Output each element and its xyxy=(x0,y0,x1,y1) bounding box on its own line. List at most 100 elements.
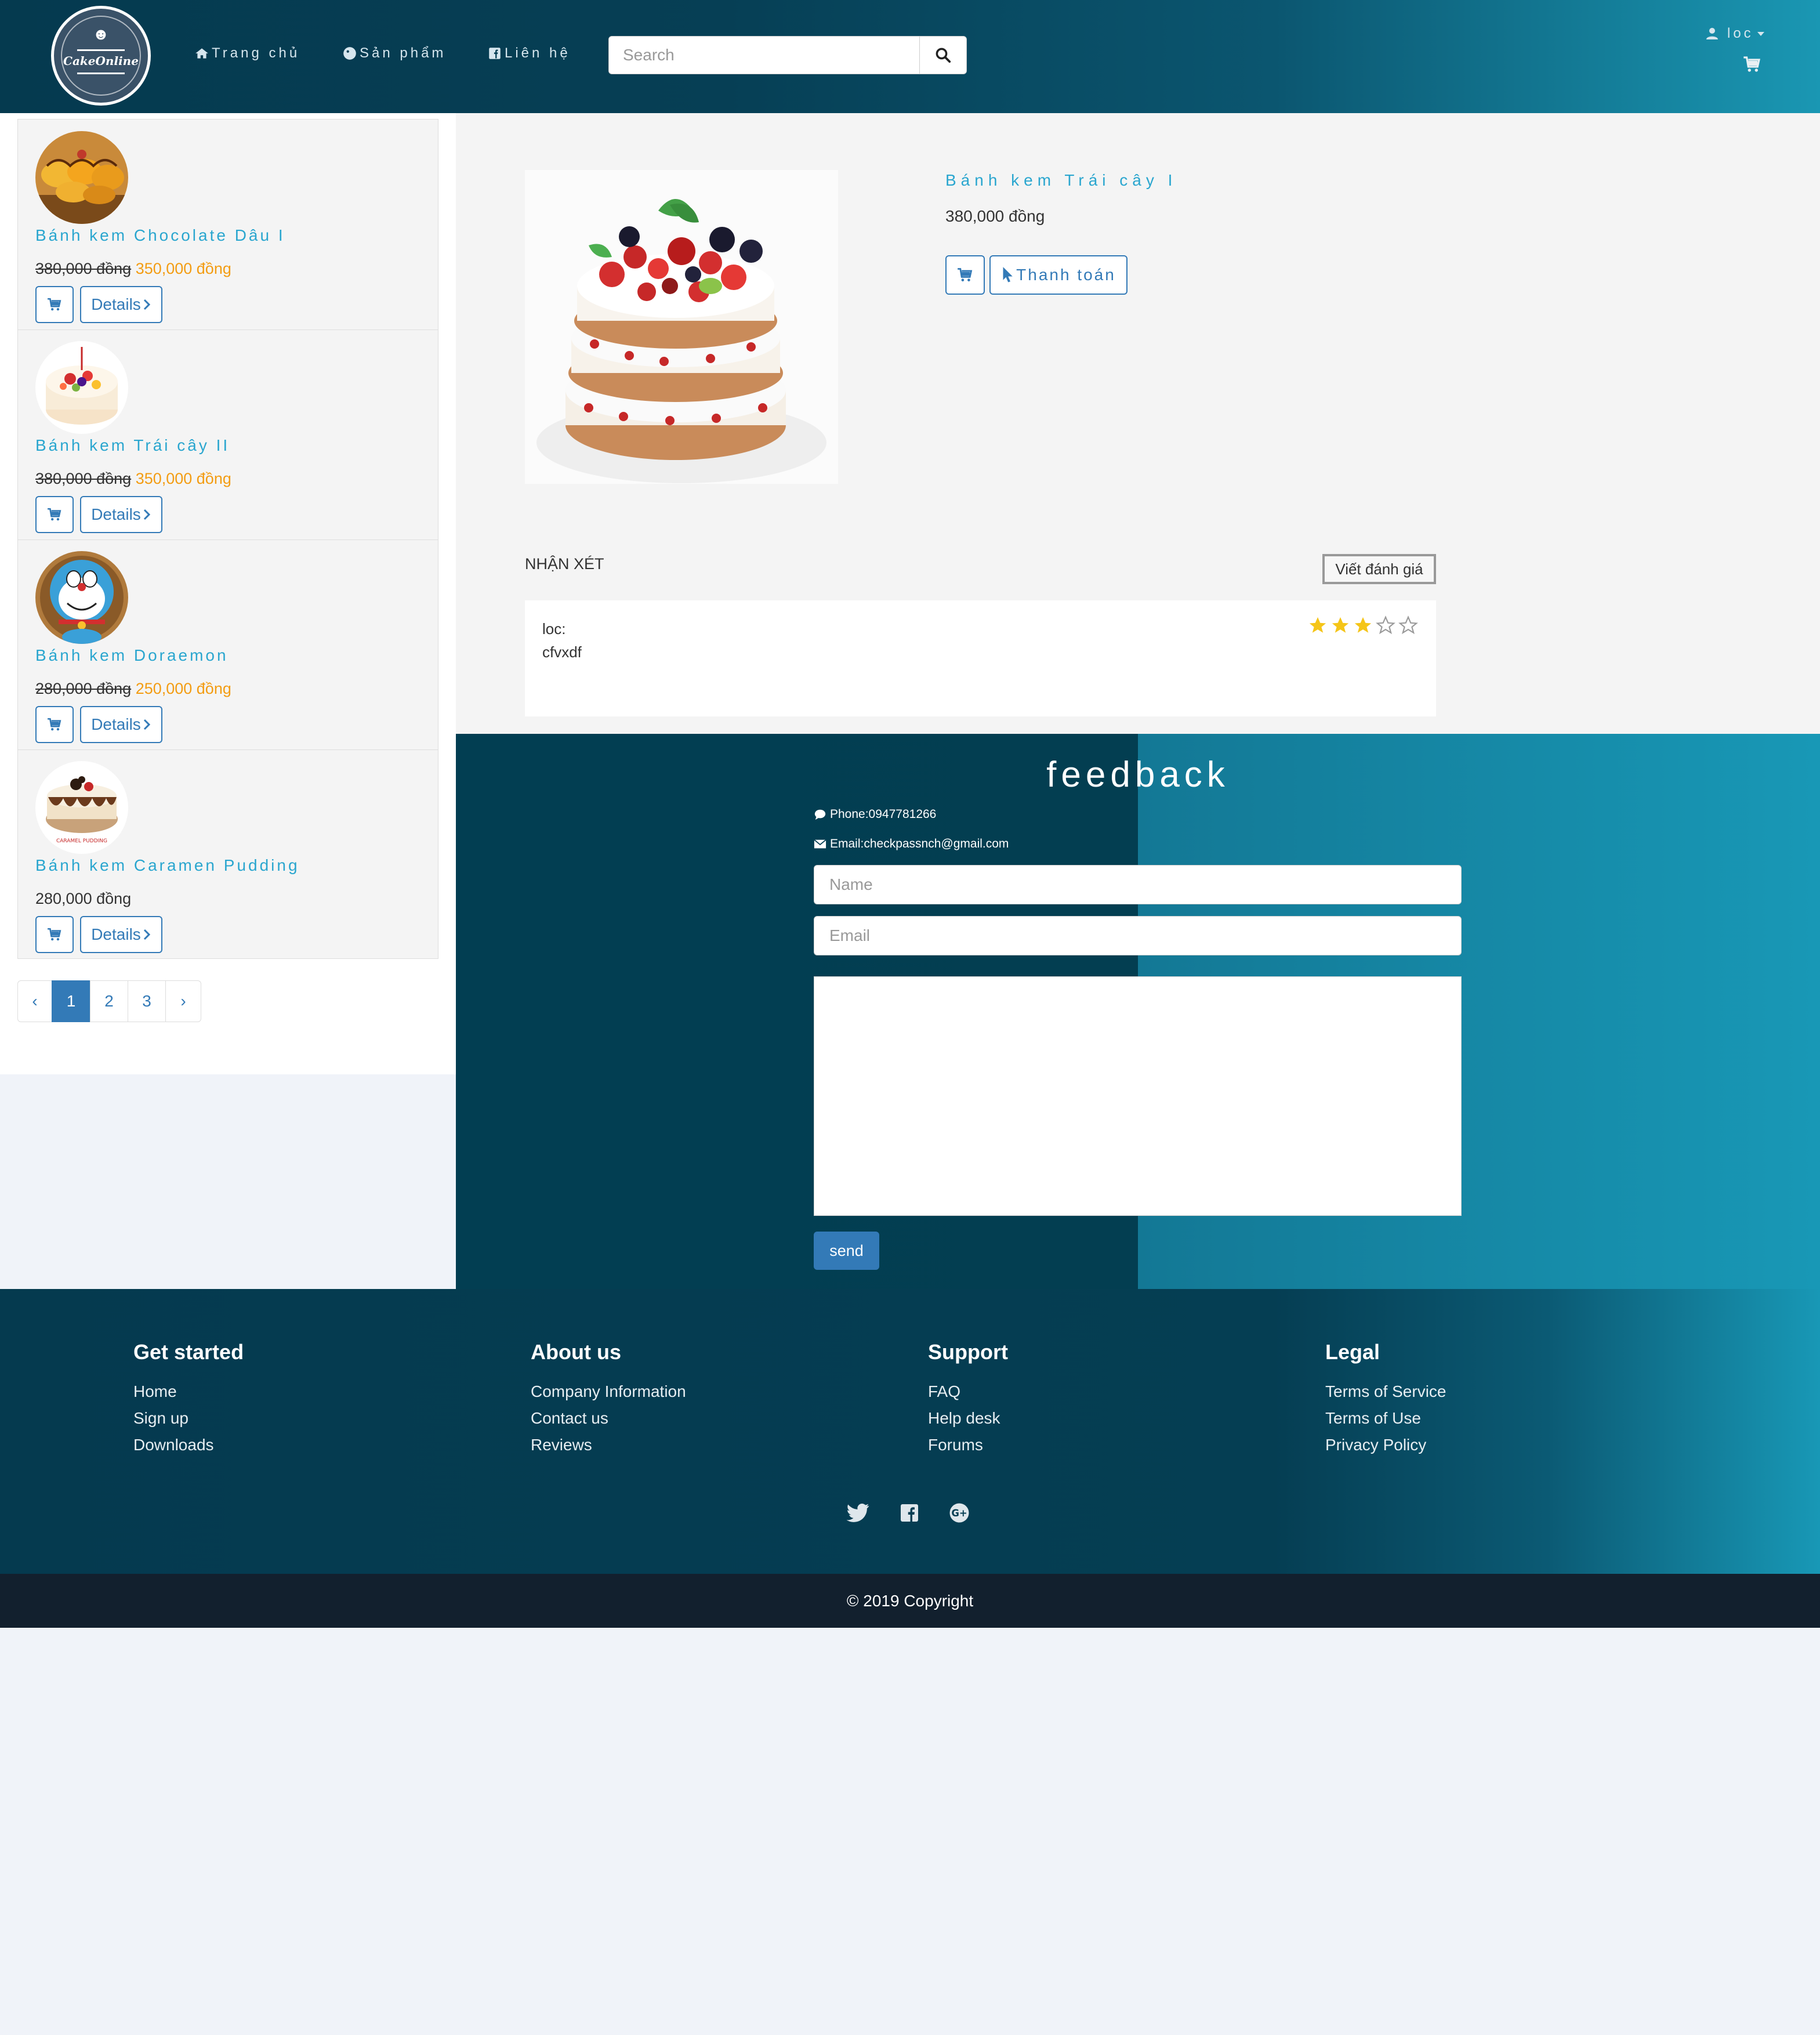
chevron-right-icon xyxy=(143,509,150,520)
page-3[interactable]: 3 xyxy=(128,980,166,1022)
twitter-icon[interactable] xyxy=(847,1502,870,1523)
star-filled-icon xyxy=(1354,617,1372,633)
product-image[interactable] xyxy=(35,341,128,434)
details-button[interactable]: Details xyxy=(80,496,162,533)
image-caption: CARAMEL PUDDING xyxy=(56,838,107,844)
product-card: Bánh kem Doraemon 280,000 đồng 250,000 đ… xyxy=(18,539,438,750)
footer-link-terms-use[interactable]: Terms of Use xyxy=(1325,1405,1446,1432)
write-review-button[interactable]: Viết đánh giá xyxy=(1322,554,1436,584)
feedback-message-textarea[interactable] xyxy=(814,976,1462,1216)
nav-contact-label: Liên hệ xyxy=(505,45,571,61)
user-name: loc xyxy=(1727,26,1754,41)
add-to-cart-button[interactable] xyxy=(945,255,985,295)
product-price: 280,000 đồng 250,000 đồng xyxy=(35,680,231,698)
search-input[interactable] xyxy=(609,37,920,74)
pagination: ‹ 1 2 3 › xyxy=(17,980,201,1022)
cart-icon xyxy=(958,268,973,282)
review-author: loc: xyxy=(542,620,566,638)
star-empty-icon xyxy=(1398,615,1418,635)
product-name[interactable]: Bánh kem Chocolate Dâu I xyxy=(35,226,285,245)
facebook-icon xyxy=(489,48,501,59)
old-price: 380,000 đồng xyxy=(35,260,132,277)
footer-link-reviews[interactable]: Reviews xyxy=(531,1432,686,1458)
details-button[interactable]: Details xyxy=(80,916,162,953)
star-filled-icon xyxy=(1332,617,1349,633)
pagination-prev[interactable]: ‹ xyxy=(17,980,52,1022)
footer-col-support: Support FAQ Help desk Forums xyxy=(928,1340,1008,1458)
add-to-cart-button[interactable] xyxy=(35,286,74,323)
details-button[interactable]: Details xyxy=(80,706,162,743)
pagination-next[interactable]: › xyxy=(165,980,201,1022)
product-name[interactable]: Bánh kem Trái cây II xyxy=(35,436,230,455)
footer-link-terms-service[interactable]: Terms of Service xyxy=(1325,1378,1446,1405)
user-icon xyxy=(1706,28,1718,39)
nav-contact[interactable]: Liên hệ xyxy=(487,45,571,61)
home-icon xyxy=(195,48,208,59)
facebook-icon[interactable] xyxy=(899,1502,920,1523)
price: 280,000 đồng xyxy=(35,890,132,907)
details-label: Details xyxy=(91,295,141,313)
cart-icon xyxy=(48,298,61,311)
nav-home[interactable]: Trang chủ xyxy=(194,45,300,61)
product-name[interactable]: Bánh kem Doraemon xyxy=(35,646,229,665)
chevron-right-icon xyxy=(143,719,150,730)
product-title: Bánh kem Trái cây I xyxy=(945,171,1177,189)
footer-link-contact[interactable]: Contact us xyxy=(531,1405,686,1432)
page-1[interactable]: 1 xyxy=(52,980,90,1022)
footer-heading: Legal xyxy=(1325,1340,1380,1364)
header-cart-button[interactable] xyxy=(1743,55,1761,77)
review-item: loc: cfvxdf xyxy=(525,600,1436,716)
old-price: 380,000 đồng xyxy=(35,470,132,487)
product-list: Bánh kem Chocolate Dâu I 380,000 đồng 35… xyxy=(17,119,438,959)
search-button[interactable] xyxy=(919,37,966,74)
search-bar xyxy=(608,36,967,74)
add-to-cart-button[interactable] xyxy=(35,496,74,533)
envelope-icon xyxy=(814,839,826,849)
cart-icon xyxy=(48,508,61,521)
site-logo[interactable]: ☻ CakeOnline xyxy=(51,6,151,106)
page-2[interactable]: 2 xyxy=(90,980,128,1022)
sale-price: 350,000 đồng xyxy=(135,260,231,277)
footer-link-privacy[interactable]: Privacy Policy xyxy=(1325,1432,1446,1458)
caret-down-icon xyxy=(1757,32,1764,36)
tag-icon xyxy=(343,47,356,60)
product-card: Bánh kem Chocolate Dâu I 380,000 đồng 35… xyxy=(18,120,438,330)
footer-link-company[interactable]: Company Information xyxy=(531,1378,686,1405)
google-plus-icon[interactable]: G+ xyxy=(949,1502,970,1523)
product-price: 380,000 đồng 350,000 đồng xyxy=(35,470,231,488)
footer-link-faq[interactable]: FAQ xyxy=(928,1378,1008,1405)
sale-price: 250,000 đồng xyxy=(135,680,231,697)
send-button[interactable]: send xyxy=(814,1232,879,1270)
checkout-label: Thanh toán xyxy=(1016,266,1116,284)
footer-link-downloads[interactable]: Downloads xyxy=(133,1432,244,1458)
add-to-cart-button[interactable] xyxy=(35,916,74,953)
product-name[interactable]: Bánh kem Caramen Pudding xyxy=(35,856,300,875)
footer-link-help-desk[interactable]: Help desk xyxy=(928,1405,1008,1432)
details-button[interactable]: Details xyxy=(80,286,162,323)
copyright-bar: © 2019 Copyright xyxy=(0,1574,1820,1628)
cake-icon: ☻ xyxy=(92,25,110,43)
social-links: G+ xyxy=(847,1502,970,1523)
footer-link-sign-up[interactable]: Sign up xyxy=(133,1405,244,1432)
product-price: 380,000 đồng 350,000 đồng xyxy=(35,260,231,278)
user-menu[interactable]: loc xyxy=(1705,26,1765,42)
star-filled-icon xyxy=(1309,617,1326,633)
checkout-button[interactable]: Thanh toán xyxy=(989,255,1127,295)
chat-icon xyxy=(814,809,826,820)
footer-link-forums[interactable]: Forums xyxy=(928,1432,1008,1458)
feedback-email-input[interactable] xyxy=(814,916,1462,955)
svg-text:G+: G+ xyxy=(951,1508,967,1519)
footer-link-home[interactable]: Home xyxy=(133,1378,244,1405)
site-footer xyxy=(0,1289,1820,1574)
footer-col-get-started: Get started Home Sign up Downloads xyxy=(133,1340,244,1458)
nav-products[interactable]: Sản phẩm xyxy=(342,45,446,61)
logo-text: CakeOnline xyxy=(63,54,139,68)
product-price: 380,000 đồng xyxy=(945,207,1045,225)
chevron-right-icon xyxy=(143,299,150,310)
footer-heading: About us xyxy=(531,1340,621,1364)
product-image[interactable] xyxy=(35,551,128,644)
feedback-name-input[interactable] xyxy=(814,865,1462,904)
footer-heading: Get started xyxy=(133,1340,244,1364)
add-to-cart-button[interactable] xyxy=(35,706,74,743)
product-image[interactable] xyxy=(35,131,128,224)
